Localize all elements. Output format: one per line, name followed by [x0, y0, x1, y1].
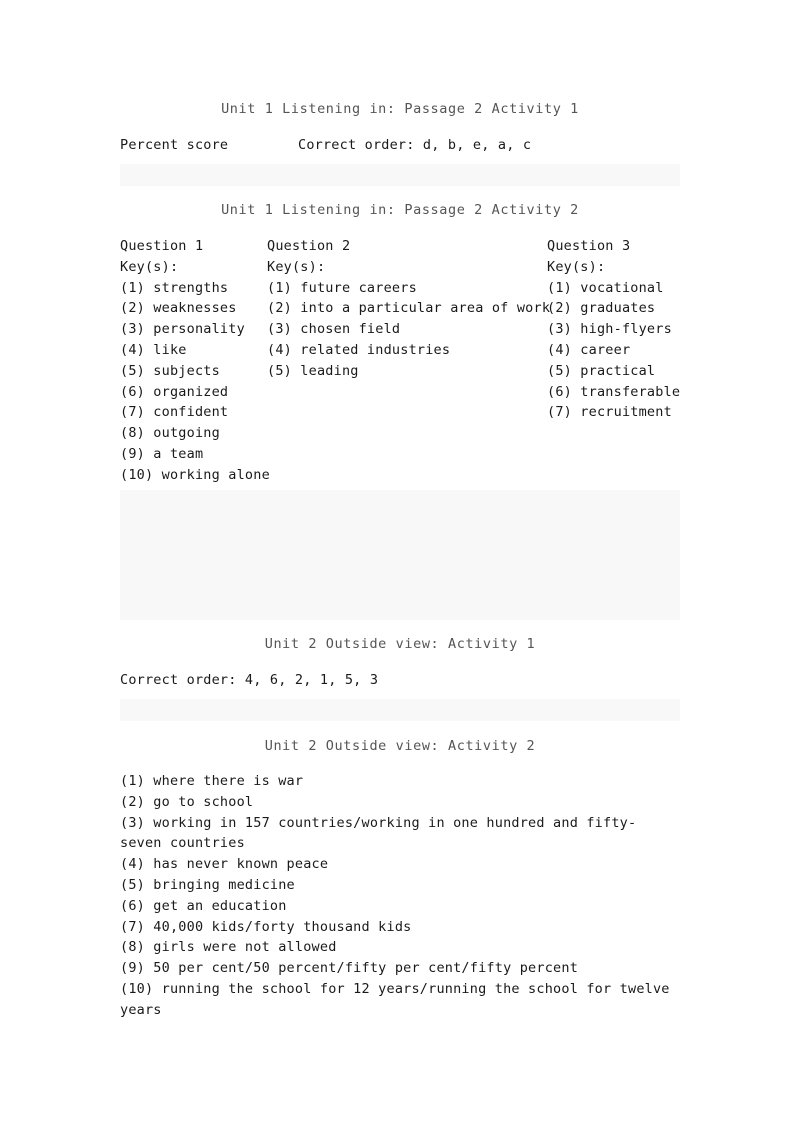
question-2-keys-label: Key(s):	[267, 258, 326, 275]
list-item: (2) into a particular area of work	[267, 300, 551, 317]
list-item: (1) where there is war	[120, 773, 304, 789]
list-item: (2) weaknesses	[120, 300, 237, 317]
section-heading-unit2-activity1: Unit 2 Outside view: Activity 1	[264, 636, 536, 652]
list-item: (6) transferable	[547, 383, 681, 400]
list-item: (1) vocational	[547, 279, 664, 296]
question-2-title: Question 2	[267, 238, 351, 254]
question-3-keys-label: Key(s):	[547, 258, 606, 275]
question-2-key-list: (1) future careers (2) into a particular…	[267, 278, 552, 382]
question-column-2: Question 2 Key(s): (1) future careers (2…	[267, 236, 552, 382]
section-heading-unit1-activity2: Unit 1 Listening in: Passage 2 Activity …	[221, 202, 579, 218]
list-item: (4) related industries	[267, 341, 451, 358]
list-item: (7) confident	[120, 404, 229, 421]
list-item: (2) graduates	[547, 300, 656, 317]
list-item: (8) outgoing	[120, 425, 220, 442]
list-item: (7) recruitment	[547, 404, 672, 421]
list-item: (5) practical	[547, 362, 656, 379]
list-item: (10) working alone	[120, 466, 270, 483]
list-item: (5) leading	[267, 362, 359, 379]
list-item: (1) future careers	[267, 279, 417, 296]
list-item: (8) girls were not allowed	[120, 939, 337, 956]
question-1-keys-label: Key(s):	[120, 258, 179, 275]
question-1-key-list: (1) strengths (2) weaknesses (3) persona…	[120, 278, 270, 486]
list-item: (3) personality	[120, 321, 245, 338]
question-1-title: Question 1	[120, 238, 204, 254]
list-item: (4) career	[547, 341, 631, 358]
list-item: (10) running the school for 12 years/run…	[120, 980, 670, 1018]
list-item: (3) chosen field	[267, 321, 401, 338]
list-item: (5) bringing medicine	[120, 876, 295, 893]
answer-list: (1) where there is war (2) go to school …	[120, 771, 675, 1021]
placeholder-box-unit1-activity2	[120, 490, 680, 620]
unit2-activity2-answer-list: (1) where there is war (2) go to school …	[120, 771, 675, 1021]
list-item: (6) organized	[120, 383, 229, 400]
list-item: (1) strengths	[120, 279, 229, 296]
list-item: (5) subjects	[120, 362, 220, 379]
question-column-1: Question 1 Key(s): (1) strengths (2) wea…	[120, 236, 270, 486]
question-3-key-list: (1) vocational (2) graduates (3) high-fl…	[547, 278, 687, 424]
list-item: (2) go to school	[120, 793, 254, 810]
placeholder-band-unit2-activity1	[120, 699, 680, 721]
question-3-title: Question 3	[547, 238, 631, 254]
list-item: (6) get an education	[120, 897, 287, 914]
list-item: (7) 40,000 kids/forty thousand kids	[120, 918, 412, 935]
question-column-3: Question 3 Key(s): (1) vocational (2) gr…	[547, 236, 687, 423]
document-page: Unit 1 Listening in: Passage 2 Activity …	[0, 0, 800, 1132]
correct-order-unit1-activity1: Correct order: d, b, e, a, c	[298, 137, 532, 153]
list-item: (4) has never known peace	[120, 856, 329, 873]
list-item: (9) 50 per cent/50 percent/fifty per cen…	[120, 960, 579, 977]
list-item: (3) high-flyers	[547, 321, 672, 338]
correct-order-unit2-activity1: Correct order: 4, 6, 2, 1, 5, 3	[120, 672, 379, 688]
placeholder-band-unit1-activity1	[120, 164, 680, 186]
list-item: (9) a team	[120, 445, 204, 462]
section-heading-unit2-activity2: Unit 2 Outside view: Activity 2	[264, 738, 536, 754]
section-heading-unit1-activity1: Unit 1 Listening in: Passage 2 Activity …	[221, 101, 579, 117]
list-item: (3) working in 157 countries/working in …	[120, 814, 637, 852]
percent-score-label: Percent score	[120, 137, 229, 153]
list-item: (4) like	[120, 341, 187, 358]
